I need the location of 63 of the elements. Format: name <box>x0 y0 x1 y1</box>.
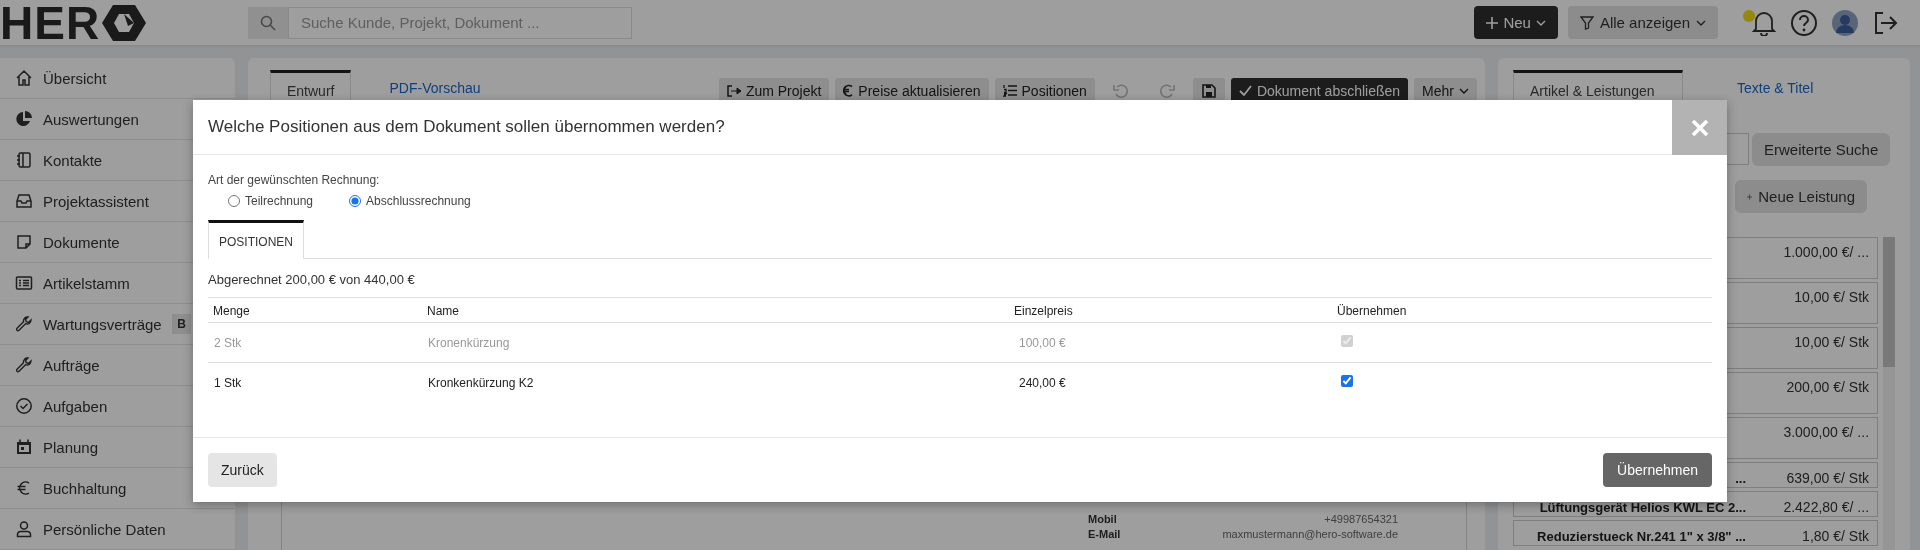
confirm-button[interactable]: Übernehmen <box>1603 453 1712 487</box>
wrench-icon <box>15 315 33 333</box>
undo-icon <box>1112 82 1129 99</box>
numbered-list-icon <box>1002 84 1017 97</box>
contact-value: +49987654321 <box>1323 513 1398 525</box>
radio-label: Teilrechnung <box>245 194 314 208</box>
help-icon[interactable] <box>1790 8 1818 37</box>
column-header: Name <box>422 297 1009 323</box>
checkmark-icon <box>1238 85 1252 96</box>
sidebar-item[interactable]: Persönliche Daten <box>0 509 235 550</box>
column-header: Menge <box>208 297 422 323</box>
advanced-search-button[interactable]: Erweiterte Suche <box>1752 133 1891 166</box>
new-service-button[interactable]: Neue Leistung <box>1735 180 1867 213</box>
note-icon <box>15 233 33 251</box>
euro-icon <box>843 84 854 97</box>
redo-icon <box>1158 82 1175 99</box>
logout-icon[interactable] <box>1872 9 1898 36</box>
table-cell: Kronenkürzung <box>422 322 1009 363</box>
radio-button[interactable] <box>228 195 240 207</box>
check-icon <box>15 397 33 415</box>
scrollbar-thumb[interactable] <box>1883 237 1895 367</box>
table-cell: 2 Stk <box>208 322 422 363</box>
calendar-icon <box>15 438 33 456</box>
bell-icon[interactable] <box>1752 9 1776 36</box>
filter-icon <box>1579 15 1594 30</box>
home-icon <box>15 69 33 87</box>
search-button[interactable] <box>248 6 288 39</box>
table-cell: 100,00 € <box>1009 322 1332 363</box>
contact-label: Mobil <box>1088 513 1118 525</box>
wrench-icon <box>15 356 33 374</box>
caret-icon <box>1696 19 1706 26</box>
catalog-item[interactable]: Reduzierstueck Nr.241 1" x 3/8" ... 1,80 €/ Stk <box>1513 520 1879 546</box>
contact-value: maxmustermann@hero-software.de <box>1221 528 1398 540</box>
radio-button[interactable] <box>349 195 362 207</box>
list-icon <box>15 274 33 292</box>
sidebar-badge: B <box>172 314 191 334</box>
close-icon <box>1690 118 1709 137</box>
inbox-icon <box>15 192 33 210</box>
search-field[interactable]: Suche Kunde, Projekt, Dokument ... <box>288 6 632 39</box>
filter-button[interactable]: Alle anzeigen <box>1567 6 1718 39</box>
avatar-icon[interactable] <box>1832 9 1858 36</box>
plus-icon <box>1486 16 1499 29</box>
book-icon <box>15 151 33 169</box>
catalog-tab[interactable]: Texte & Titel <box>1721 70 1830 109</box>
caret-icon <box>1459 87 1469 94</box>
sidebar-item[interactable]: Übersicht <box>0 58 235 99</box>
column-header: Übernehmen <box>1332 297 1712 323</box>
radio-label: Abschlussrechnung <box>366 194 471 208</box>
column-header: Einzelpreis <box>1009 297 1332 323</box>
pie-icon <box>15 110 33 128</box>
new-button[interactable]: Neu <box>1474 6 1558 39</box>
table-cell: Kronkenkürzung K2 <box>422 362 1009 402</box>
person-icon <box>15 520 33 538</box>
contact-label: E-Mail <box>1088 528 1122 540</box>
caret-icon <box>1535 19 1546 26</box>
take-over-checkbox[interactable] <box>1341 375 1353 387</box>
exit-arrow-icon <box>726 84 741 97</box>
search-icon <box>260 14 276 31</box>
logo-text: HER <box>0 2 101 43</box>
logo-hexagon-icon <box>102 2 147 43</box>
positions-tab[interactable]: POSITIONEN <box>208 220 304 259</box>
back-button[interactable]: Zurück <box>208 453 277 487</box>
table-cell: 240,00 € <box>1009 362 1332 402</box>
